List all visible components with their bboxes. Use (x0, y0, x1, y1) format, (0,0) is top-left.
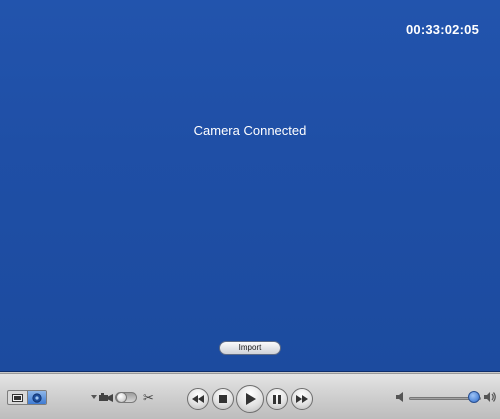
volume-slider-knob[interactable] (467, 391, 480, 403)
clip-view-icon (11, 393, 23, 402)
rewind-icon (192, 395, 204, 403)
control-bar: ✂ (0, 373, 500, 419)
fast-forward-icon (296, 395, 308, 403)
transport-controls (187, 383, 313, 413)
event-view-button[interactable] (26, 391, 46, 404)
pause-icon (273, 394, 281, 404)
scissors-icon: ✂ (143, 390, 154, 405)
rewind-button[interactable] (187, 388, 209, 410)
volume-high-icon (484, 392, 496, 402)
capture-window: 00:33:02:05 Camera Connected Import ✂ (0, 0, 500, 419)
play-button[interactable] (236, 385, 264, 413)
play-icon (245, 393, 256, 405)
camera-status: Camera Connected (193, 123, 307, 138)
stop-button[interactable] (212, 388, 234, 410)
event-view-icon (32, 392, 42, 403)
stop-icon (219, 395, 227, 403)
camera-icon (99, 393, 113, 402)
view-mode-toggle (7, 390, 47, 405)
import-button[interactable]: Import (219, 341, 281, 355)
volume-control (396, 390, 496, 406)
pause-button[interactable] (266, 388, 288, 410)
toggle-knob (116, 392, 127, 403)
camera-toggle[interactable] (115, 392, 137, 403)
chevron-down-icon[interactable] (91, 395, 97, 400)
clip-view-button[interactable] (8, 391, 27, 404)
timecode: 00:33:02:05 (405, 22, 479, 37)
camera-viewer: 00:33:02:05 Camera Connected Import (0, 0, 500, 372)
camera-mode-switch: ✂ (91, 389, 161, 407)
volume-low-icon (396, 392, 403, 402)
fast-forward-button[interactable] (291, 388, 313, 410)
